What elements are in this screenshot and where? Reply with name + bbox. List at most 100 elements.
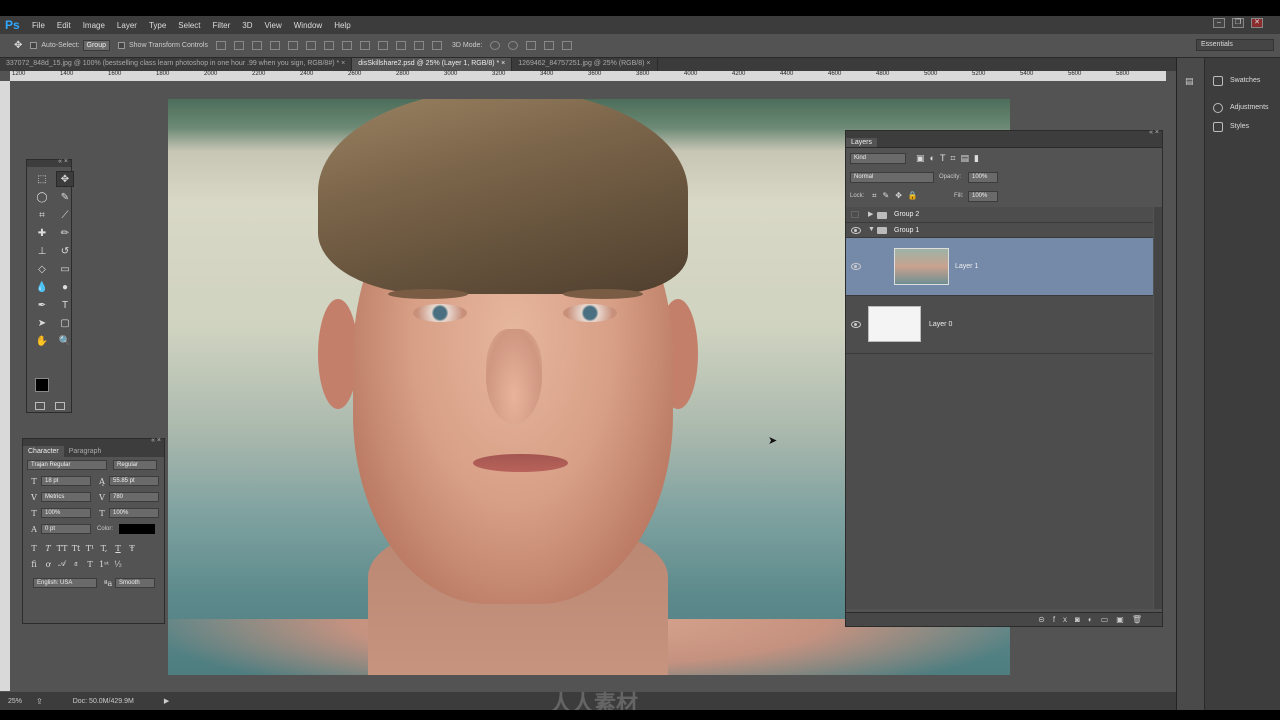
layer-row-group1[interactable]: ▼ Group 1 xyxy=(846,223,1153,238)
marquee-tool-icon[interactable]: ⬚ xyxy=(33,171,51,187)
swatches-panel-button[interactable]: Swatches xyxy=(1230,77,1260,84)
hand-tool-icon[interactable]: ✋ xyxy=(33,333,51,349)
align-left-icon[interactable] xyxy=(269,41,280,50)
hscale-field[interactable]: 100% xyxy=(109,508,159,518)
underline-icon[interactable]: T xyxy=(111,544,125,553)
language-select[interactable]: English: USA xyxy=(33,578,97,588)
align-top-icon[interactable] xyxy=(215,41,226,50)
brush-tool-icon[interactable]: ✏ xyxy=(56,225,74,241)
visibility-toggle-off[interactable] xyxy=(851,211,859,218)
screen-mode-icon[interactable] xyxy=(55,402,65,410)
titling-icon[interactable]: T xyxy=(83,560,97,569)
swatches-icon[interactable] xyxy=(1213,76,1223,86)
menu-view[interactable]: View xyxy=(259,21,288,30)
zoom-tool-icon[interactable]: 🔍 xyxy=(56,333,74,349)
history-icon[interactable]: ▤ xyxy=(1185,76,1194,87)
layer-row-layer0[interactable]: Layer 0 xyxy=(846,296,1153,354)
tab-close-icon[interactable]: × xyxy=(501,60,505,67)
expand-arrow-icon[interactable]: ▶ xyxy=(868,210,873,218)
tools-close-icon[interactable]: « × xyxy=(58,158,68,165)
menu-layer[interactable]: Layer xyxy=(111,21,143,30)
3d-pan-icon[interactable] xyxy=(526,41,537,50)
menu-window[interactable]: Window xyxy=(288,21,328,30)
stamp-tool-icon[interactable]: ⊥ xyxy=(33,243,51,259)
layers-scrollbar[interactable] xyxy=(1154,207,1162,609)
dodge-tool-icon[interactable]: ● xyxy=(56,279,74,295)
lasso-tool-icon[interactable]: ◯ xyxy=(33,189,51,205)
doc-tab[interactable]: 337072_848d_15.jpg @ 100% (bestselling c… xyxy=(0,58,353,71)
font-style-select[interactable]: Regular xyxy=(113,460,157,470)
doc-tab[interactable]: 1269462_84757251.jpg @ 25% (RGB/8) × xyxy=(512,58,658,71)
fill-field[interactable]: 100% xyxy=(968,191,998,202)
blur-tool-icon[interactable]: 💧 xyxy=(33,279,51,295)
zoom-level[interactable]: 25% xyxy=(8,698,22,705)
ligature-icon[interactable]: fi xyxy=(27,560,41,569)
adjustments-icon[interactable] xyxy=(1213,103,1223,113)
doc-tab-active[interactable]: disSkillshare2.psd @ 25% (Layer 1, RGB/8… xyxy=(352,58,513,71)
menu-help[interactable]: Help xyxy=(328,21,356,30)
auto-select-checkbox[interactable] xyxy=(30,42,38,49)
opacity-field[interactable]: 100% xyxy=(968,172,998,183)
menu-image[interactable]: Image xyxy=(77,21,111,30)
filter-kind-select[interactable]: Kind xyxy=(850,153,906,164)
align-right-icon[interactable] xyxy=(305,41,316,50)
superscript-icon[interactable]: T¹ xyxy=(83,544,97,553)
character-close-icon[interactable]: « × xyxy=(151,437,161,444)
align-hcenter-icon[interactable] xyxy=(287,41,298,50)
small-caps-icon[interactable]: Tt xyxy=(69,544,83,553)
ordinal-icon[interactable]: 1ˢᵗ xyxy=(97,560,111,569)
old-style-icon[interactable]: ơ xyxy=(41,560,55,569)
crop-tool-icon[interactable]: ⌗ xyxy=(33,207,51,223)
align-bottom-icon[interactable] xyxy=(251,41,262,50)
eye-icon[interactable] xyxy=(851,263,861,270)
status-menu-arrow-icon[interactable]: ▶ xyxy=(164,697,169,705)
align-vcenter-icon[interactable] xyxy=(233,41,244,50)
all-caps-icon[interactable]: TT xyxy=(55,544,69,553)
distribute-hcenter-icon[interactable] xyxy=(395,41,406,50)
styles-panel-button[interactable]: Styles xyxy=(1230,123,1249,130)
close-icon[interactable]: ✕ xyxy=(1251,18,1263,28)
tab-close-icon[interactable]: × xyxy=(646,60,650,67)
swash-icon[interactable]: 𝒜 xyxy=(55,559,69,569)
kerning-field[interactable]: Metrics xyxy=(41,492,91,502)
history-brush-icon[interactable]: ↺ xyxy=(56,243,74,259)
pen-tool-icon[interactable]: ✒ xyxy=(33,297,51,313)
strikethrough-icon[interactable]: Ŧ xyxy=(125,544,139,553)
subscript-icon[interactable]: T, xyxy=(97,544,111,553)
adjustments-panel-button[interactable]: Adjustments xyxy=(1230,104,1269,111)
distribute-left-icon[interactable] xyxy=(377,41,388,50)
collapse-arrow-icon[interactable]: ▼ xyxy=(868,226,875,233)
faux-bold-icon[interactable]: T xyxy=(27,544,41,553)
menu-filter[interactable]: Filter xyxy=(207,21,237,30)
foreground-color-swatch[interactable] xyxy=(35,378,49,392)
layers-footer-buttons[interactable]: ⊝fx◙◐▭▣🗑 xyxy=(846,612,1162,626)
fraction-icon[interactable]: ½ xyxy=(111,560,125,569)
tab-paragraph[interactable]: Paragraph xyxy=(64,446,107,457)
quick-select-tool-icon[interactable]: ✎ xyxy=(56,189,74,205)
auto-align-icon[interactable] xyxy=(431,41,442,50)
styles-icon[interactable] xyxy=(1213,122,1223,132)
distribute-top-icon[interactable] xyxy=(323,41,334,50)
tracking-field[interactable]: 780 xyxy=(109,492,159,502)
type-tool-icon[interactable]: T xyxy=(56,297,74,313)
layer-row-layer1-selected[interactable]: Layer 1 xyxy=(846,238,1153,296)
gradient-tool-icon[interactable]: ▭ xyxy=(56,261,74,277)
menu-3d[interactable]: 3D xyxy=(236,21,258,30)
menu-file[interactable]: File xyxy=(26,21,51,30)
auto-select-dropdown[interactable]: Group xyxy=(82,40,110,51)
menu-edit[interactable]: Edit xyxy=(51,21,77,30)
move-tool-icon[interactable]: ✥ xyxy=(14,40,22,51)
text-color-swatch[interactable] xyxy=(119,524,156,534)
blend-mode-select[interactable]: Normal xyxy=(850,172,934,183)
eyedropper-tool-icon[interactable]: ⟋ xyxy=(56,207,74,223)
filter-icons[interactable]: ▣◐T⌗▤▮ xyxy=(916,153,984,164)
minimize-icon[interactable]: – xyxy=(1213,18,1225,28)
3d-scale-icon[interactable] xyxy=(562,41,573,50)
faux-italic-icon[interactable]: T xyxy=(41,544,55,553)
show-transform-checkbox[interactable] xyxy=(118,42,125,49)
antialias-select[interactable]: Smooth xyxy=(115,578,155,588)
eye-icon[interactable] xyxy=(851,227,861,234)
distribute-bottom-icon[interactable] xyxy=(359,41,370,50)
distribute-vcenter-icon[interactable] xyxy=(341,41,352,50)
vscale-field[interactable]: 100% xyxy=(41,508,91,518)
